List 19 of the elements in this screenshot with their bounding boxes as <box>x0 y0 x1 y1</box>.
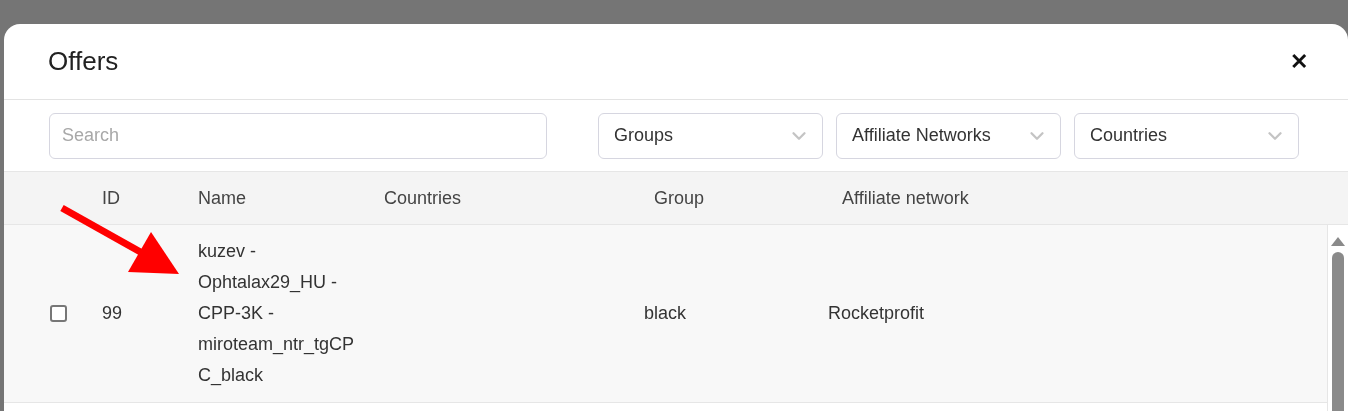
column-header: Affiliate network <box>842 187 969 208</box>
filter-dropdown[interactable]: Groups <box>598 112 823 159</box>
column-header: Group <box>654 187 705 208</box>
column-header: Name <box>198 187 246 208</box>
scroll-up-icon[interactable] <box>1331 237 1345 246</box>
search-field[interactable]: Search <box>49 112 547 159</box>
table-cell: black <box>644 303 687 323</box>
close-button[interactable]: ✕ <box>1290 45 1308 78</box>
filter-dropdown[interactable]: Affiliate Networks <box>836 112 1061 159</box>
table-cell: Rocketprofit <box>828 303 925 323</box>
table-cell: 99 <box>102 303 123 323</box>
dialog-title: Offers <box>48 45 119 78</box>
filter-dropdown[interactable]: Countries <box>1074 112 1299 159</box>
table-row[interactable]: 99 kuzev - Ophtalax29_HU - CPP-3K - miroteam_ntr_tgCPC_black black Rocketprofit <box>4 225 1327 403</box>
table-cell-text: kuzev - Ophtalax29_HU - CPP-3K - miroteam_ntr_tgCPC_black <box>198 240 356 388</box>
scrollbar-thumb[interactable] <box>1332 252 1344 411</box>
column-header: Countries <box>384 187 462 208</box>
column-header: ID <box>102 187 120 208</box>
row-checkbox[interactable] <box>50 305 67 322</box>
